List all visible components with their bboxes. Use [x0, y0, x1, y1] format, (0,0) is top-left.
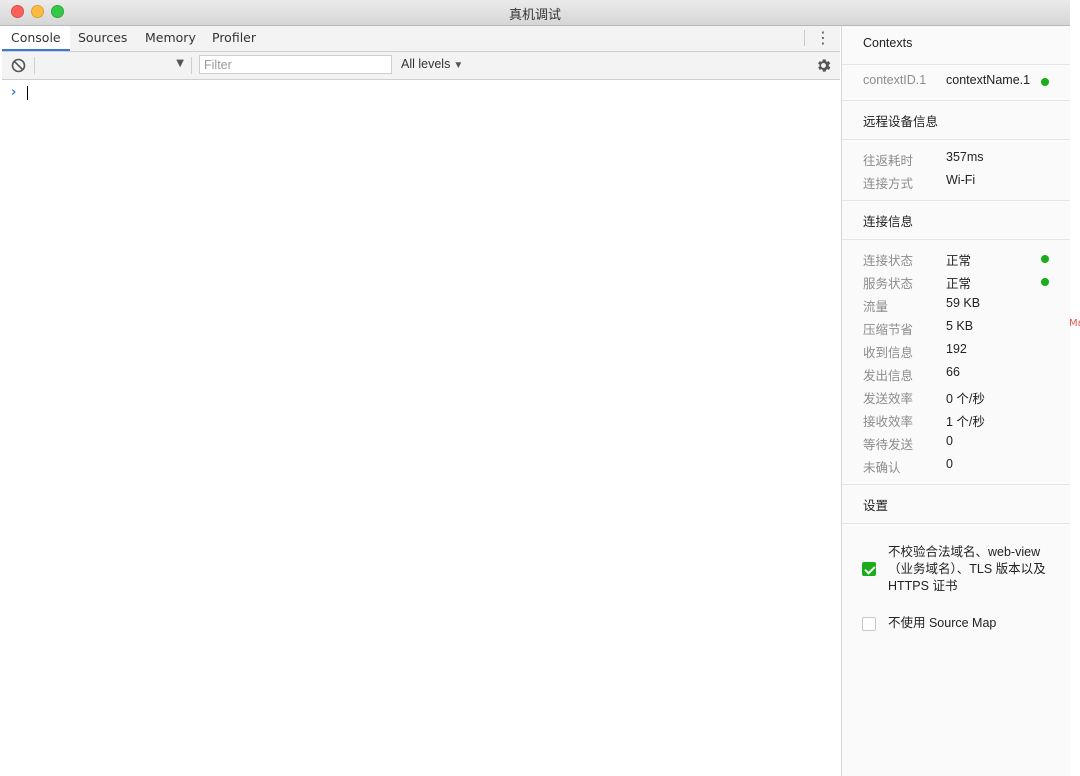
info-row: 未确认 0 [842, 454, 1070, 476]
info-key: 等待发送 [863, 438, 914, 452]
context-id: contextID.1 [863, 73, 927, 87]
info-key: 服务状态 [863, 277, 914, 291]
info-value: 59 KB [946, 296, 981, 310]
info-value: 正常 [946, 277, 972, 291]
context-select[interactable]: ▼ [40, 56, 188, 75]
info-row: 发送效率 0 个/秒 [842, 385, 1070, 407]
info-key: 发出信息 [863, 369, 914, 383]
info-key: 收到信息 [863, 346, 914, 360]
info-key: 往返耗时 [863, 154, 914, 168]
console-output[interactable]: › [2, 80, 840, 776]
chevron-down-icon: ▼ [176, 58, 184, 69]
settings-title: 设置 [863, 499, 889, 513]
info-panel: Contexts contextID.1 contextName.1 远程设备信… [841, 26, 1070, 776]
title-bar: 真机调试 [0, 0, 1070, 26]
devtools-tab-bar: Console Sources Memory Profiler ⋮ [2, 26, 840, 52]
clear-console-icon[interactable] [11, 58, 26, 73]
info-row: 发出信息 66 [842, 362, 1070, 384]
info-key: 连接方式 [863, 177, 914, 191]
connection-title: 连接信息 [863, 215, 914, 229]
text-caret [27, 86, 28, 100]
tab-sources[interactable]: Sources [69, 26, 136, 50]
setting-label: 不使用 Source Map [888, 616, 997, 630]
info-row: 接收效率 1 个/秒 [842, 408, 1070, 430]
tab-memory[interactable]: Memory [136, 26, 205, 50]
status-dot-icon [1041, 78, 1049, 86]
info-value: 0 个/秒 [946, 392, 985, 406]
info-value: 192 [946, 342, 967, 356]
info-row: 等待发送 0 [842, 431, 1070, 453]
setting-skip-domain-check[interactable]: 不校验合法域名、web-view（业务域名）、TLS 版本以及 HTTPS 证书 [842, 544, 1070, 596]
context-row[interactable]: contextID.1 contextName.1 [842, 70, 1070, 92]
info-value: 正常 [946, 254, 972, 268]
info-row: 连接状态 正常 [842, 247, 1070, 269]
edge-text-fragment: Mε [1069, 318, 1080, 329]
toolbar-divider [191, 57, 192, 74]
info-value: 357ms [946, 150, 984, 164]
info-key: 未确认 [863, 461, 901, 475]
setting-label: 不校验合法域名、web-view（业务域名）、TLS 版本以及 HTTPS 证书 [888, 545, 1046, 593]
info-key: 流量 [863, 300, 889, 314]
info-value: 66 [946, 365, 960, 379]
log-levels-dropdown[interactable]: All levels ▼ [401, 57, 463, 71]
tab-divider [804, 30, 805, 46]
info-row: 连接方式 Wi-Fi [842, 170, 1070, 192]
settings-header: 设置 [842, 485, 1070, 524]
contexts-header: Contexts [842, 26, 1070, 65]
console-toolbar: ▼ All levels▼ [2, 52, 840, 80]
tab-console[interactable]: Console [2, 26, 70, 51]
tab-profiler[interactable]: Profiler [203, 26, 265, 50]
status-dot-icon [1041, 278, 1049, 286]
status-dot-icon [1041, 255, 1049, 263]
chevron-down-icon: ▼ [453, 60, 464, 71]
devtools-pane: Console Sources Memory Profiler ⋮ ▼ All … [2, 26, 840, 776]
info-value: 0 [946, 457, 953, 471]
context-name: contextName.1 [946, 73, 1031, 87]
info-key: 连接状态 [863, 254, 914, 268]
setting-disable-source-map[interactable]: 不使用 Source Map [842, 615, 1070, 637]
console-prompt-icon: › [11, 85, 17, 100]
toolbar-divider [34, 57, 35, 74]
info-row: 收到信息 192 [842, 339, 1070, 361]
more-vert-icon[interactable]: ⋮ [814, 29, 832, 47]
disable-source-map-checkbox[interactable] [862, 617, 876, 631]
connection-header: 连接信息 [842, 201, 1070, 240]
info-row: 服务状态 正常 [842, 270, 1070, 292]
info-value: 1 个/秒 [946, 415, 985, 429]
gear-icon[interactable] [815, 57, 832, 74]
window-edge [1070, 0, 1080, 776]
info-value: 0 [946, 434, 953, 448]
info-key: 压缩节省 [863, 323, 914, 337]
info-row: 流量 59 KB [842, 293, 1070, 315]
info-value: 5 KB [946, 319, 974, 333]
skip-domain-check-checkbox[interactable] [862, 562, 876, 576]
remote-device-header: 远程设备信息 [842, 101, 1070, 140]
info-row: 压缩节省 5 KB [842, 316, 1070, 338]
remote-device-title: 远程设备信息 [863, 115, 939, 129]
filter-input[interactable] [199, 55, 392, 74]
log-levels-label: All levels [401, 57, 451, 71]
window-title: 真机调试 [508, 8, 561, 23]
contexts-title: Contexts [863, 36, 913, 50]
info-key: 接收效率 [863, 415, 914, 429]
info-row: 往返耗时 357ms [842, 147, 1070, 169]
info-key: 发送效率 [863, 392, 914, 406]
info-value: Wi-Fi [946, 173, 976, 187]
